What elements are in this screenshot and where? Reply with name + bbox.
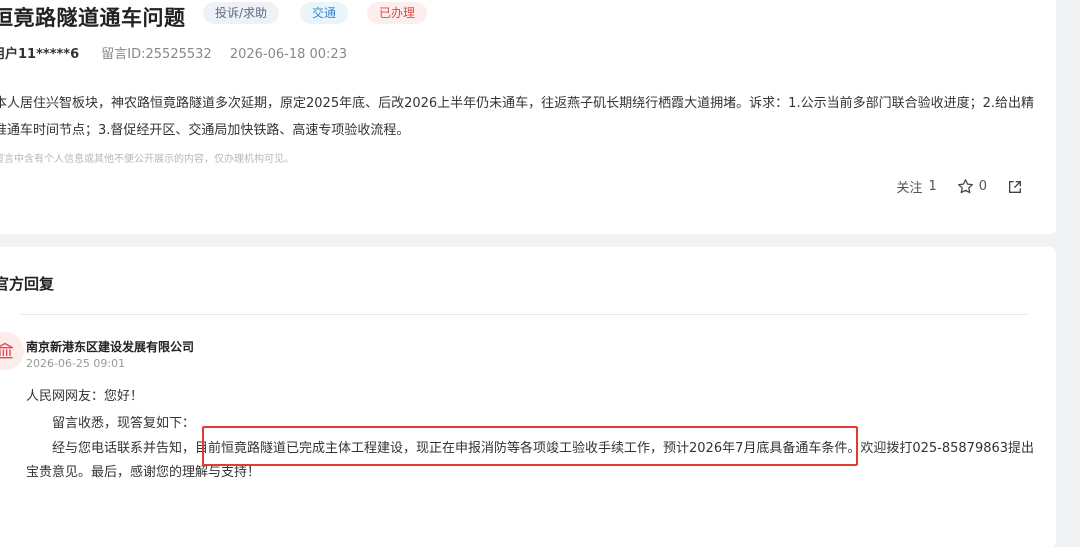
follow-button[interactable]: 关注 1 <box>896 177 936 196</box>
reply-greeting: 人民网网友：您好！ <box>26 389 144 404</box>
page-title: 恒竟路隧道通车问题 <box>0 6 186 30</box>
reply-body: 经与您电话联系并告知，目前恒竟路隧道已完成主体工程建设，现正在申报消防等各项竣工… <box>26 441 1035 480</box>
follow-label: 关注 <box>896 181 923 196</box>
question-card: 恒竟路隧道通车问题 投诉/求助 交通 已办理 用户11*****6 留言ID:2… <box>0 0 1056 234</box>
reply-intro: 留言收悉，现答复如下： <box>52 416 196 431</box>
like-count: 0 <box>978 179 987 194</box>
reply-section-title: 官方回复 <box>0 275 55 293</box>
follow-count: 1 <box>928 179 937 194</box>
question-meta: 用户11*****6 留言ID:25525532 2026-06-18 00:2… <box>0 43 347 62</box>
privacy-note: 留言中含有个人信息或其他不便公开展示的内容，仅办理机构可见。 <box>0 154 294 165</box>
divider <box>20 314 1027 315</box>
question-actions: 关注 1 0 <box>876 177 1028 196</box>
field-tag[interactable]: 交通 <box>300 2 349 24</box>
user-name: 用户11*****6 <box>0 47 80 62</box>
status-badge: 已办理 <box>367 2 428 24</box>
post-datetime: 2026-06-18 00:23 <box>229 47 347 62</box>
government-building-icon <box>0 332 24 370</box>
message-id: 留言ID:25525532 <box>101 47 212 62</box>
reply-card: 官方回复 南京新港东区建设发展有限公司 2026-06-25 09:01 人民网… <box>0 247 1056 547</box>
question-content: 本人居住兴智板块，神农路恒竟路隧道多次延期，原定2025年底、后改2026上半年… <box>0 96 1034 138</box>
reply-date: 2026-06-25 09:01 <box>26 357 126 370</box>
star-icon <box>957 179 973 194</box>
category-tag[interactable]: 投诉/求助 <box>203 2 280 24</box>
org-name: 南京新港东区建设发展有限公司 <box>26 340 195 354</box>
share-button[interactable] <box>1007 179 1028 195</box>
share-icon <box>1009 180 1021 193</box>
like-button[interactable]: 0 <box>957 178 987 195</box>
